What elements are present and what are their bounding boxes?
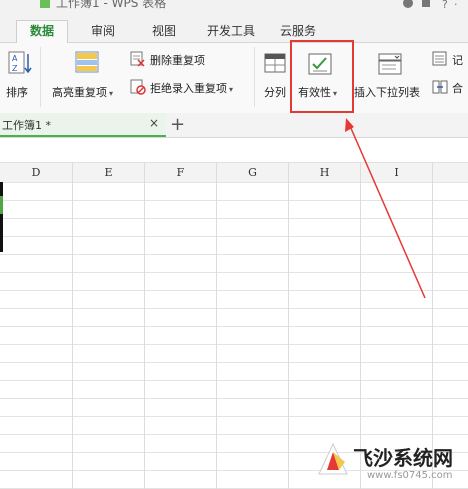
- watermark-logo-icon: [318, 442, 348, 475]
- annotation-arrow: [345, 118, 426, 299]
- watermark: 飞沙系统网 www.fs0745.com: [315, 440, 465, 485]
- watermark-brand: 飞沙系统网: [353, 446, 453, 470]
- watermark-url: www.fs0745.com: [367, 470, 453, 481]
